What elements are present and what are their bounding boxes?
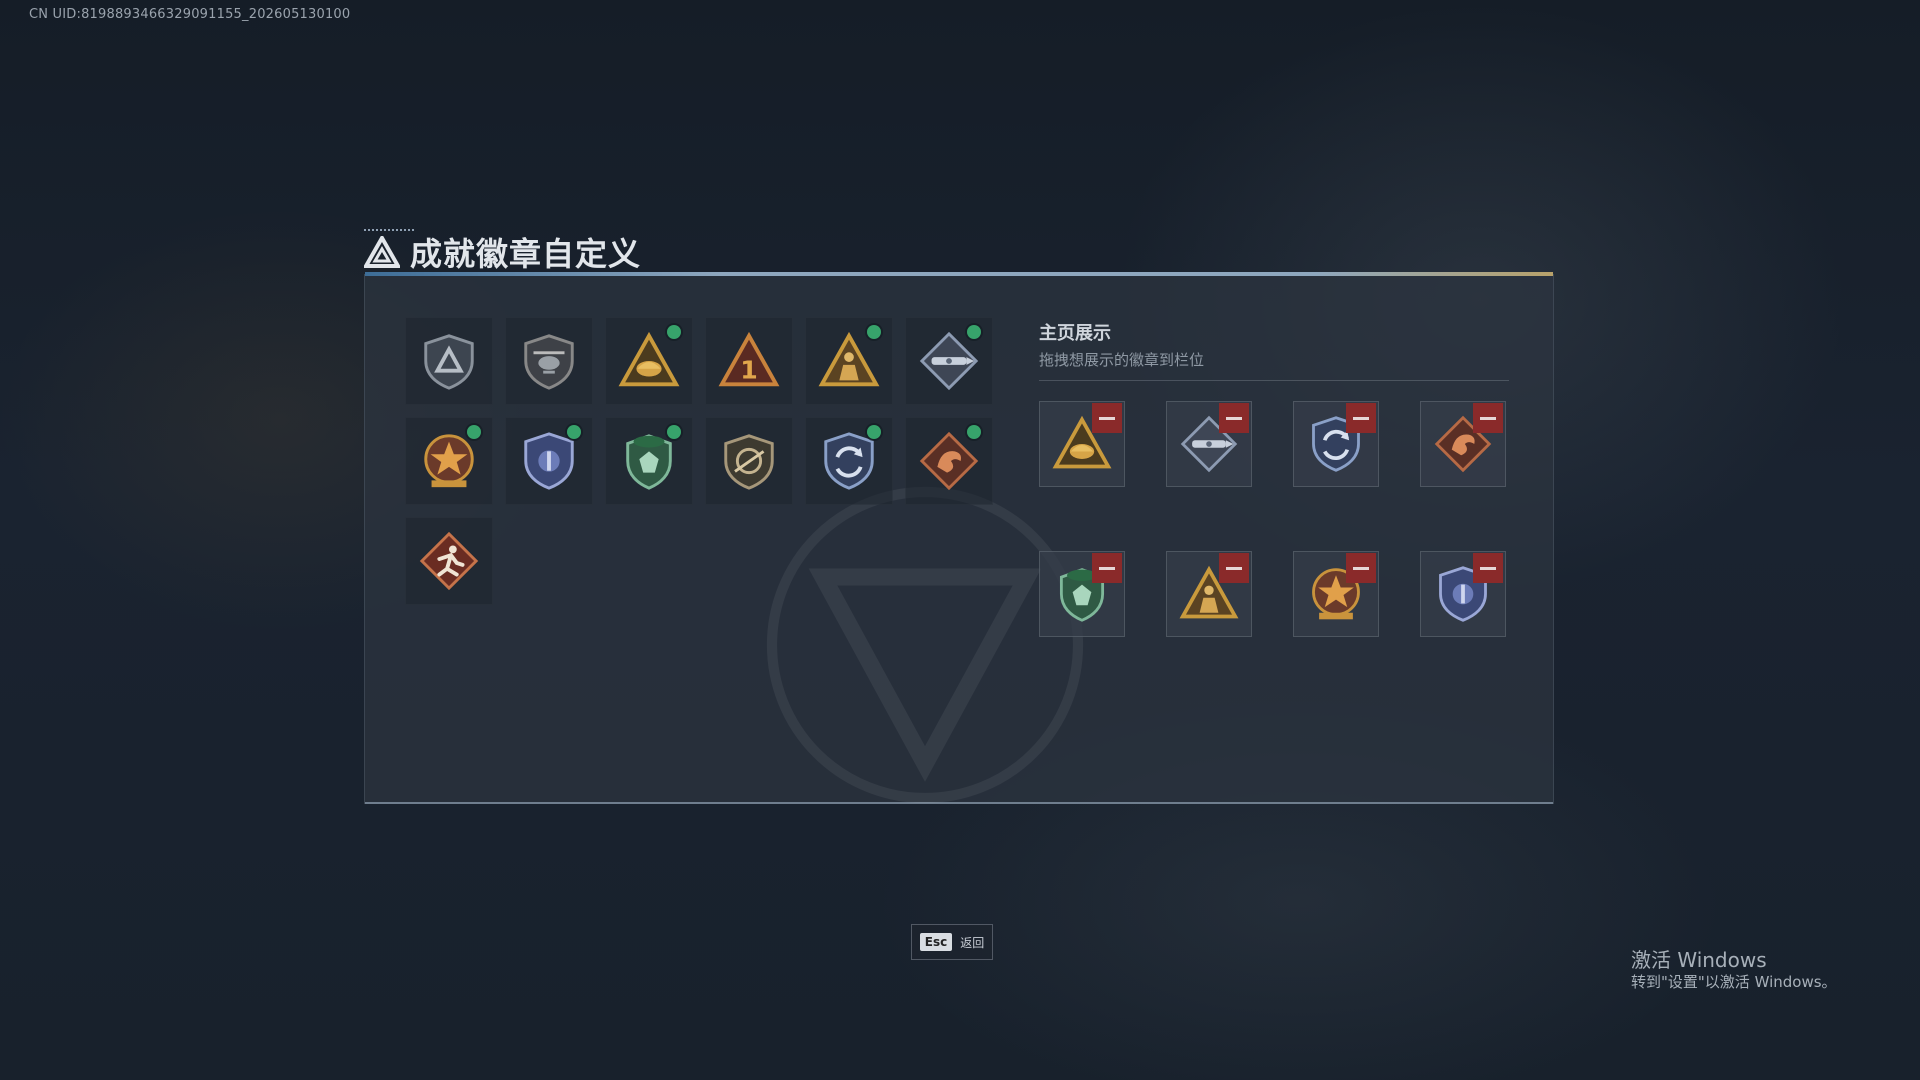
- remove-badge-button[interactable]: [1473, 553, 1503, 583]
- badge-cell-helicopter-badge[interactable]: [505, 317, 593, 405]
- gold-triangle-badge-icon: [618, 331, 680, 387]
- uid-text: CN UID:8198893466329091155_202605130100: [29, 7, 351, 22]
- showcase-slot-8[interactable]: [1420, 551, 1506, 637]
- remove-badge-button[interactable]: [1092, 403, 1122, 433]
- badge-customization-panel: 1 主页展示 拖拽想展示的徽章到栏位: [364, 272, 1554, 804]
- minus-icon: [1480, 566, 1496, 570]
- page-header: 成就徽章自定义: [364, 232, 642, 273]
- minus-icon: [1226, 566, 1242, 570]
- showcase-slot-2[interactable]: [1166, 401, 1252, 487]
- showcase-title: 主页展示: [1039, 323, 1111, 344]
- showcase-slot-7[interactable]: [1293, 551, 1379, 637]
- badge-cell-arrows-shield-badge[interactable]: [805, 417, 893, 505]
- rocket-diamond-badge-icon: [919, 331, 979, 391]
- shield-delta-badge-icon: [424, 334, 474, 390]
- runner-diamond-badge-icon: [419, 531, 479, 591]
- badge-cell-rifle-shield-badge[interactable]: [705, 417, 793, 505]
- showcase-divider: [1039, 380, 1509, 381]
- helicopter-badge-icon: [524, 334, 574, 390]
- green-crest-badge-icon: [626, 434, 672, 490]
- badge-cell-star-wreath-badge[interactable]: [405, 417, 493, 505]
- remove-badge-button[interactable]: [1219, 553, 1249, 583]
- showcase-slots: [1039, 401, 1506, 637]
- showcase-slot-6[interactable]: [1166, 551, 1252, 637]
- svg-text:1: 1: [740, 355, 758, 384]
- showcase-hint: 拖拽想展示的徽章到栏位: [1039, 351, 1205, 369]
- badge-cell-shield-delta-badge[interactable]: [405, 317, 493, 405]
- star-wreath-badge-icon: [424, 434, 474, 488]
- back-button[interactable]: Esc 返回: [911, 924, 993, 960]
- new-indicator-dot: [567, 425, 581, 439]
- new-indicator-dot: [867, 425, 881, 439]
- panel-accent-bar: [365, 272, 1553, 276]
- page-title: 成就徽章自定义: [410, 235, 642, 273]
- arrows-shield-badge-icon: [824, 432, 874, 490]
- back-label: 返回: [960, 935, 985, 950]
- rank-one-badge-icon: 1: [718, 331, 780, 387]
- dragon-diamond-badge-icon: [919, 431, 979, 491]
- new-indicator-dot: [967, 325, 981, 339]
- new-indicator-dot: [967, 425, 981, 439]
- new-indicator-dot: [667, 325, 681, 339]
- minus-icon: [1226, 416, 1242, 420]
- badge-cell-green-crest-badge[interactable]: [605, 417, 693, 505]
- badge-cell-blue-shield-badge[interactable]: [505, 417, 593, 505]
- badge-cell-gold-triangle-badge[interactable]: [605, 317, 693, 405]
- homepage-showcase: 主页展示 拖拽想展示的徽章到栏位: [1039, 319, 1509, 637]
- remove-badge-button[interactable]: [1346, 553, 1376, 583]
- showcase-slot-1[interactable]: [1039, 401, 1125, 487]
- soldier-triangle-badge-icon: [818, 331, 880, 387]
- minus-icon: [1353, 416, 1369, 420]
- badge-cell-soldier-triangle-badge[interactable]: [805, 317, 893, 405]
- badge-cell-rank-one-badge[interactable]: 1: [705, 317, 793, 405]
- badge-cell-dragon-diamond-badge[interactable]: [905, 417, 993, 505]
- remove-badge-button[interactable]: [1473, 403, 1503, 433]
- badge-cell-rocket-diamond-badge[interactable]: [905, 317, 993, 405]
- remove-badge-button[interactable]: [1346, 403, 1376, 433]
- remove-badge-button[interactable]: [1092, 553, 1122, 583]
- minus-icon: [1099, 566, 1115, 570]
- blue-shield-badge-icon: [524, 432, 574, 490]
- badge-cell-runner-diamond-badge[interactable]: [405, 517, 493, 605]
- showcase-slot-4[interactable]: [1420, 401, 1506, 487]
- rifle-shield-badge-icon: [724, 434, 774, 490]
- new-indicator-dot: [667, 425, 681, 439]
- owned-badges-grid: 1: [405, 317, 1005, 605]
- windows-activation-title: 激活 Windows: [1631, 948, 1767, 972]
- minus-icon: [1099, 416, 1115, 420]
- new-indicator-dot: [867, 325, 881, 339]
- delta-triangle-icon: [364, 236, 400, 268]
- windows-activation-hint: 转到"设置"以激活 Windows。: [1631, 973, 1837, 991]
- remove-badge-button[interactable]: [1219, 403, 1249, 433]
- esc-key-hint: Esc: [919, 933, 953, 951]
- showcase-slot-3[interactable]: [1293, 401, 1379, 487]
- showcase-slot-5[interactable]: [1039, 551, 1125, 637]
- new-indicator-dot: [467, 425, 481, 439]
- minus-icon: [1480, 416, 1496, 420]
- minus-icon: [1353, 566, 1369, 570]
